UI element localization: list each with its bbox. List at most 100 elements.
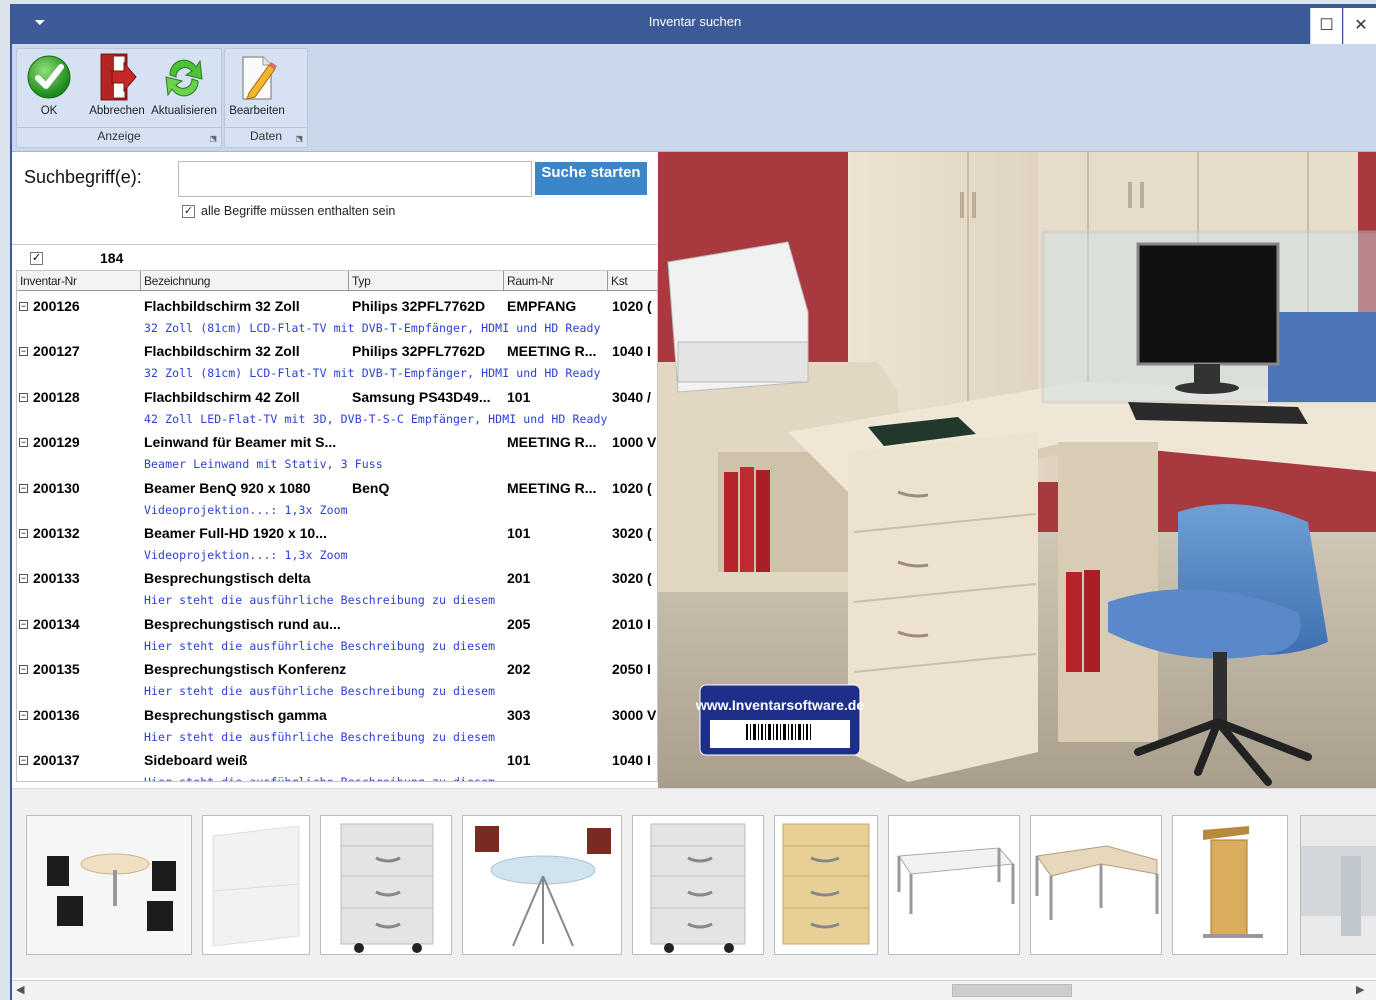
thumbnail-item[interactable]: [202, 815, 310, 955]
cell-bezeichnung: Flachbildschirm 42 Zoll: [144, 388, 300, 405]
thumbnail-item[interactable]: [320, 815, 452, 955]
close-button[interactable]: ✕: [1343, 8, 1376, 44]
table-row[interactable]: −200128 Flachbildschirm 42 Zoll Samsung PS…: [17, 384, 657, 429]
ok-button[interactable]: OK: [23, 51, 75, 125]
expand-toggle-icon[interactable]: −: [19, 347, 28, 357]
table-row[interactable]: −200129 Leinwand für Beamer mit S... MEETI…: [17, 429, 657, 474]
inventory-label-badge: www.Inventarsoftware.de: [695, 684, 865, 756]
column-header-inventar-nr[interactable]: Inventar-Nr: [17, 271, 141, 291]
expand-toggle-icon[interactable]: −: [19, 483, 28, 493]
expand-toggle-icon[interactable]: −: [19, 528, 28, 538]
thumbnail-item[interactable]: [1300, 815, 1376, 955]
aktualisieren-button-label: Aktualisieren: [151, 105, 217, 117]
scrollbar-thumb[interactable]: [952, 984, 1072, 997]
refresh-icon: [165, 59, 203, 97]
cell-inventar-nr: 200130: [33, 479, 80, 496]
thumbnail-strip: [12, 788, 1376, 978]
drawer-cabinet-grey-2-thumbnail: [633, 816, 763, 954]
ribbon: OK Abbrechen Aktualisieren Anzeige ⬔ Bea…: [12, 44, 1376, 152]
table-row[interactable]: −200134 Besprechungstisch rund au... 205 20…: [17, 611, 657, 656]
expand-toggle-icon[interactable]: −: [19, 438, 28, 448]
horizontal-scrollbar[interactable]: ◀ ▶: [12, 980, 1376, 1000]
scroll-left-icon[interactable]: ◀: [16, 983, 24, 996]
cell-raum-nr: MEETING R...: [507, 479, 597, 496]
results-table: Inventar-Nr Bezeichnung Typ Raum-Nr Kst …: [16, 270, 658, 782]
partial-room-thumbnail: [1301, 816, 1376, 954]
cell-bezeichnung: Besprechungstisch Konferenz: [144, 661, 347, 678]
expand-toggle-icon[interactable]: −: [19, 710, 28, 720]
expand-toggle-icon[interactable]: −: [19, 302, 28, 311]
cell-description: Hier steht die ausführliche Beschreibung…: [144, 638, 496, 653]
expand-toggle-icon[interactable]: −: [19, 755, 28, 765]
thumbnail-item[interactable]: [26, 815, 192, 955]
results-count: 184: [100, 250, 124, 266]
cell-description: 32 Zoll (81cm) LCD-Flat-TV mit DVB-T-Emp…: [144, 366, 601, 381]
sideboard-white-thumbnail: [203, 816, 309, 954]
column-header-typ[interactable]: Typ: [349, 271, 504, 291]
bearbeiten-button[interactable]: Bearbeiten: [227, 51, 287, 125]
search-input[interactable]: [178, 161, 532, 197]
conference-set-thumbnail: [27, 816, 191, 954]
scroll-right-icon[interactable]: ▶: [1356, 983, 1364, 996]
all-terms-option[interactable]: ✓ alle Begriffe müssen enthalten sein: [182, 204, 395, 219]
thumbnail-item[interactable]: [462, 815, 622, 955]
cell-kst: 1020 (: [612, 479, 652, 496]
cell-kst: 1020 (: [612, 298, 652, 314]
cell-description: 32 Zoll (81cm) LCD-Flat-TV mit DVB-T-Emp…: [144, 321, 601, 335]
expand-toggle-icon[interactable]: −: [19, 574, 28, 584]
cell-bezeichnung: Besprechungstisch gamma: [144, 706, 327, 723]
table-row[interactable]: −200126 Flachbildschirm 32 Zoll Philips 32…: [17, 293, 657, 338]
cell-raum-nr: MEETING R...: [507, 343, 597, 360]
table-body: −200126 Flachbildschirm 32 Zoll Philips 32…: [17, 293, 657, 781]
cell-kst: 3020 (: [612, 570, 652, 587]
cell-typ: BenQ: [352, 479, 390, 496]
expand-toggle-icon[interactable]: −: [19, 392, 28, 402]
results-count-row: ✓ 184: [12, 244, 658, 270]
thumbnail-item[interactable]: [1172, 815, 1288, 955]
main-window: ⏷ Inventar suchen ☐ ✕ OK Abbrechen Aktua…: [10, 4, 1376, 1000]
ribbon-group-anzeige: OK Abbrechen Aktualisieren Anzeige ⬔: [16, 48, 222, 148]
cell-kst: 1000 V: [612, 434, 657, 451]
abbrechen-button[interactable]: Abbrechen: [87, 51, 147, 125]
cell-kst: 3040 /: [612, 388, 651, 405]
column-header-bezeichnung[interactable]: Bezeichnung: [141, 271, 349, 291]
cell-raum-nr: 303: [507, 706, 531, 723]
search-start-button[interactable]: Suche starten: [535, 162, 647, 195]
thumbnail-item[interactable]: [632, 815, 764, 955]
expand-toggle-icon[interactable]: −: [19, 665, 28, 675]
maximize-button[interactable]: ☐: [1310, 8, 1342, 44]
exit-icon: [100, 53, 137, 101]
abbrechen-button-label: Abbrechen: [89, 105, 145, 117]
thumbnail-item[interactable]: [774, 815, 878, 955]
aktualisieren-button[interactable]: Aktualisieren: [151, 51, 217, 125]
table-row[interactable]: −200127 Flachbildschirm 32 Zoll Philips 32…: [17, 338, 657, 383]
cell-bezeichnung: Sideboard weiß: [144, 751, 248, 768]
dialog-launcher-icon[interactable]: ⬔: [295, 134, 303, 143]
thumbnail-item[interactable]: [1030, 815, 1162, 955]
search-panel: Suchbegriff(e): Suche starten ✓ alle Begr…: [12, 152, 658, 244]
cell-description: Hier steht die ausführliche Beschreibung…: [144, 684, 496, 699]
cell-description: Videoprojektion...: 1,3x Zoom: [144, 502, 348, 517]
all-terms-checkbox[interactable]: ✓: [182, 205, 195, 219]
dialog-launcher-icon[interactable]: ⬔: [209, 134, 217, 143]
cell-raum-nr: 101: [507, 751, 531, 768]
column-header-kst[interactable]: Kst: [608, 271, 657, 291]
table-row[interactable]: −200133 Besprechungstisch delta 201 3020 (H…: [17, 565, 657, 610]
badge-text: www.Inventarsoftware.de: [695, 697, 865, 713]
cell-bezeichnung: Beamer BenQ 920 x 1080: [144, 479, 311, 496]
cell-raum-nr: 201: [507, 570, 531, 587]
table-header: Inventar-Nr Bezeichnung Typ Raum-Nr Kst: [17, 271, 657, 291]
cell-inventar-nr: 200132: [33, 524, 80, 541]
table-row[interactable]: −200130 Beamer BenQ 920 x 1080 BenQ MEETING…: [17, 475, 657, 520]
table-row[interactable]: −200136 Besprechungstisch gamma 303 3000 V H…: [17, 702, 657, 747]
table-row[interactable]: −200137 Sideboard weiß 101 1040 I Hier steht…: [17, 747, 657, 781]
table-row[interactable]: −200135 Besprechungstisch Konferenz 202 205…: [17, 656, 657, 701]
thumbnail-item[interactable]: [888, 815, 1020, 955]
table-row[interactable]: −200132 Beamer Full-HD 1920 x 10... 101 302…: [17, 520, 657, 565]
expand-toggle-icon[interactable]: −: [19, 619, 28, 629]
column-header-raum-nr[interactable]: Raum-Nr: [504, 271, 608, 291]
bearbeiten-button-label: Bearbeiten: [229, 105, 285, 117]
ribbon-group-label: Anzeige: [17, 127, 221, 145]
select-all-checkbox[interactable]: ✓: [30, 252, 43, 265]
cell-typ: Samsung PS43D49...: [352, 388, 491, 405]
